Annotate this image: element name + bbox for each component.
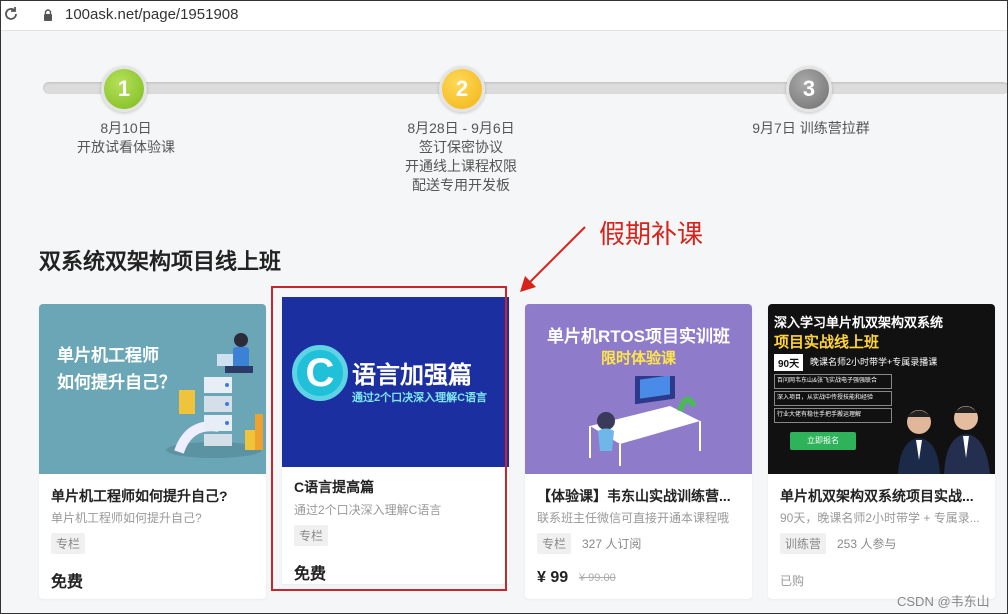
participant-count: 253 人参与: [837, 537, 897, 551]
cover-4-line1: 深入学习单片机双架构双系统: [774, 315, 944, 330]
url-text[interactable]: 100ask.net/page/1951908: [65, 6, 239, 23]
annotation-text: 假期补课: [599, 220, 704, 250]
cover-2-line1: 语言加强篇: [352, 362, 472, 389]
annotation-arrow-icon: [520, 226, 586, 292]
course-title[interactable]: C语言提高篇: [294, 477, 499, 497]
step-3-label: 9月7日 训练营拉群: [731, 119, 891, 138]
step-2-desc-1: 签订保密协议: [419, 139, 503, 155]
cover-2-line2: 通过2个口决深入理解C语言: [352, 392, 488, 404]
cover-3-line1: 单片机RTOS项目实训班: [547, 327, 730, 346]
cover-3-line2: 限时体验课: [600, 350, 676, 367]
course-card-3[interactable]: 单片机RTOS项目实训班 限时体验课 【体验课】韦东山实战训练营... 联系班主…: [525, 304, 752, 599]
reload-icon[interactable]: [3, 6, 19, 22]
course-subtitle: 单片机工程师如何提升自己?: [51, 511, 202, 525]
course-title[interactable]: 单片机工程师如何提升自己?: [51, 486, 256, 506]
course-tag: 专栏: [51, 533, 86, 554]
c-letter-icon: C: [292, 345, 348, 401]
cover-4-bullet-2: 深入项目，从实战中传授技能和经验: [774, 391, 892, 406]
step-3-desc: 9月7日 训练营拉群: [752, 120, 870, 136]
step-2-desc-2: 开通线上课程权限: [405, 158, 517, 174]
subscriber-count: 327 人订阅: [582, 537, 642, 551]
step-3-circle: 3: [786, 66, 832, 112]
step-2-circle: 2: [439, 66, 485, 112]
purchased-status: 已购: [780, 574, 805, 588]
course-original-price: ¥ 99.00: [579, 572, 616, 584]
course-price: 免费: [294, 566, 327, 583]
course-card-4[interactable]: 深入学习单片机双架构双系统 项目实战线上班 90天 晚课名师2小时带学+专属录播…: [768, 304, 995, 599]
course-tag: 专栏: [537, 533, 572, 554]
course-subtitle: 通过2个口决深入理解C语言: [294, 503, 442, 517]
cover-4-badge: 90天: [774, 354, 804, 371]
instructor-photo-icon: [898, 406, 990, 474]
course-tag: 训练营: [780, 533, 827, 554]
step-2-date: 8月28日 - 9月6日: [407, 120, 515, 136]
course-price: ¥ 99: [537, 569, 569, 586]
step-2-desc-3: 配送专用开发板: [412, 177, 510, 193]
browser-window: 100ask.net/page/1951908 1 2 3 8月10日 开放试看…: [0, 0, 1008, 614]
cover-4-line2: 项目实战线上班: [774, 334, 880, 351]
step-1-date: 8月10日: [100, 120, 152, 136]
section-title: 双系统双架构项目线上班: [39, 249, 282, 274]
step-1-circle: 1: [101, 66, 147, 112]
progress-track: [43, 82, 1007, 94]
course-subtitle: 90天，晚课名师2小时带学 + 专属录...: [780, 511, 980, 525]
course-price: 免费: [51, 574, 84, 591]
course-cover-1[interactable]: 单片机工程师 如何提升自己？: [39, 304, 266, 474]
step-1-desc: 开放试看体验课: [77, 139, 175, 155]
course-subtitle: 联系班主任微信可直接开通本课程哦: [537, 511, 730, 525]
cover-4-bullet-1: 百问网韦东山&张飞实战电子强强联合: [774, 374, 892, 389]
address-bar[interactable]: 100ask.net/page/1951908: [1, 1, 1007, 31]
lock-icon: [44, 9, 52, 21]
course-cover-4[interactable]: 深入学习单片机双架构双系统 项目实战线上班 90天 晚课名师2小时带学+专属录播…: [768, 304, 995, 474]
server-illustration-icon: [166, 333, 263, 458]
cover-4-badge-text: 晚课名师2小时带学+专属录播课: [810, 357, 938, 367]
course-cover-3[interactable]: 单片机RTOS项目实训班 限时体验课: [525, 304, 752, 474]
course-tag: 专栏: [294, 525, 329, 546]
csdn-watermark: CSDN @韦东山: [897, 594, 990, 609]
course-title[interactable]: 【体验课】韦东山实战训练营...: [537, 486, 742, 506]
desk-illustration-icon: [589, 376, 701, 466]
step-1-label: 8月10日 开放试看体验课: [46, 119, 206, 157]
cover-4-signup-button: 立即报名: [790, 432, 856, 450]
step-2-label: 8月28日 - 9月6日 签订保密协议 开通线上课程权限 配送专用开发板: [371, 119, 551, 195]
cover-4-bullet-3: 行业大佬有稳住手把手搬运理解: [774, 408, 892, 423]
course-card-1[interactable]: 单片机工程师 如何提升自己？ 单片机工程师如何提升自己? 单片机工程师如何提升自…: [39, 304, 266, 599]
course-card-2[interactable]: C 语言加强篇 通过2个口决深入理解C语言 C语言提高篇 通过2个口决深入理解C…: [282, 297, 509, 584]
course-title[interactable]: 单片机双架构双系统项目实战...: [780, 486, 985, 506]
course-cover-2[interactable]: C 语言加强篇 通过2个口决深入理解C语言: [282, 297, 509, 467]
